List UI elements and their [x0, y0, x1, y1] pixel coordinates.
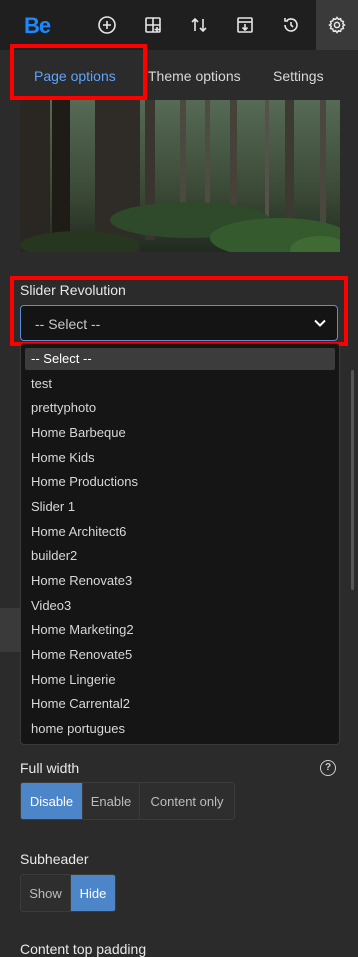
full-width-toggle: Disable Enable Content only — [20, 782, 235, 820]
logo[interactable]: Be — [24, 13, 51, 39]
dropdown-option[interactable]: Home Carrental2 — [31, 693, 130, 715]
settings-icon[interactable] — [316, 0, 358, 50]
subheader-show-button[interactable]: Show — [21, 875, 71, 911]
subheader-label: Subheader — [20, 851, 89, 867]
export-icon[interactable] — [225, 0, 265, 50]
dropdown-option[interactable]: Home Barbeque — [31, 422, 126, 444]
slider-revolution-label: Slider Revolution — [20, 282, 126, 298]
options-tabs: Page options Theme options Settings — [0, 50, 358, 100]
tab-page-options[interactable]: Page options — [34, 68, 116, 84]
dropdown-option[interactable]: Home Architect6 — [31, 521, 126, 543]
top-toolbar: Be — [0, 0, 358, 50]
background-panel-strip — [0, 608, 20, 652]
dropdown-option[interactable]: home portugues — [31, 718, 125, 740]
subheader-toggle: Show Hide — [20, 874, 116, 912]
dropdown-option[interactable]: test — [31, 373, 52, 395]
dropdown-option[interactable]: Home Renovate3 — [31, 570, 132, 592]
subheader-hide-button[interactable]: Hide — [71, 875, 115, 911]
dropdown-option[interactable]: prettyphoto — [31, 397, 96, 419]
dropdown-option[interactable]: Home Lingerie — [31, 669, 116, 691]
slider-select[interactable]: -- Select -- — [20, 305, 338, 341]
tab-theme-options[interactable]: Theme options — [148, 68, 241, 84]
full-width-disable-button[interactable]: Disable — [21, 783, 83, 819]
help-icon[interactable]: ? — [320, 760, 336, 776]
sort-icon[interactable] — [179, 0, 219, 50]
dropdown-option[interactable]: Home Productions — [31, 471, 138, 493]
history-icon[interactable] — [271, 0, 311, 50]
slider-select-value: -- Select -- — [35, 316, 101, 332]
chevron-down-icon — [314, 319, 326, 327]
scrollbar[interactable] — [351, 370, 354, 590]
dropdown-option[interactable]: Home Kids — [31, 447, 95, 469]
tab-settings[interactable]: Settings — [273, 68, 324, 84]
add-circle-icon[interactable] — [87, 0, 127, 50]
slider-dropdown-list: -- Select -- test prettyphoto Home Barbe… — [20, 343, 340, 745]
dropdown-option[interactable]: -- Select -- — [25, 348, 335, 370]
dropdown-option[interactable]: Home Marketing2 — [31, 619, 134, 641]
dropdown-option[interactable]: Slider 1 — [31, 496, 75, 518]
dropdown-option[interactable]: builder2 — [31, 545, 77, 567]
full-width-enable-button[interactable]: Enable — [83, 783, 140, 819]
full-width-content-only-button[interactable]: Content only — [140, 783, 234, 819]
dropdown-option[interactable]: Video3 — [31, 595, 71, 617]
full-width-label: Full width — [20, 760, 80, 776]
add-section-icon[interactable] — [133, 0, 173, 50]
dropdown-option[interactable]: Home Renovate5 — [31, 644, 132, 666]
page-image-preview — [20, 100, 340, 252]
